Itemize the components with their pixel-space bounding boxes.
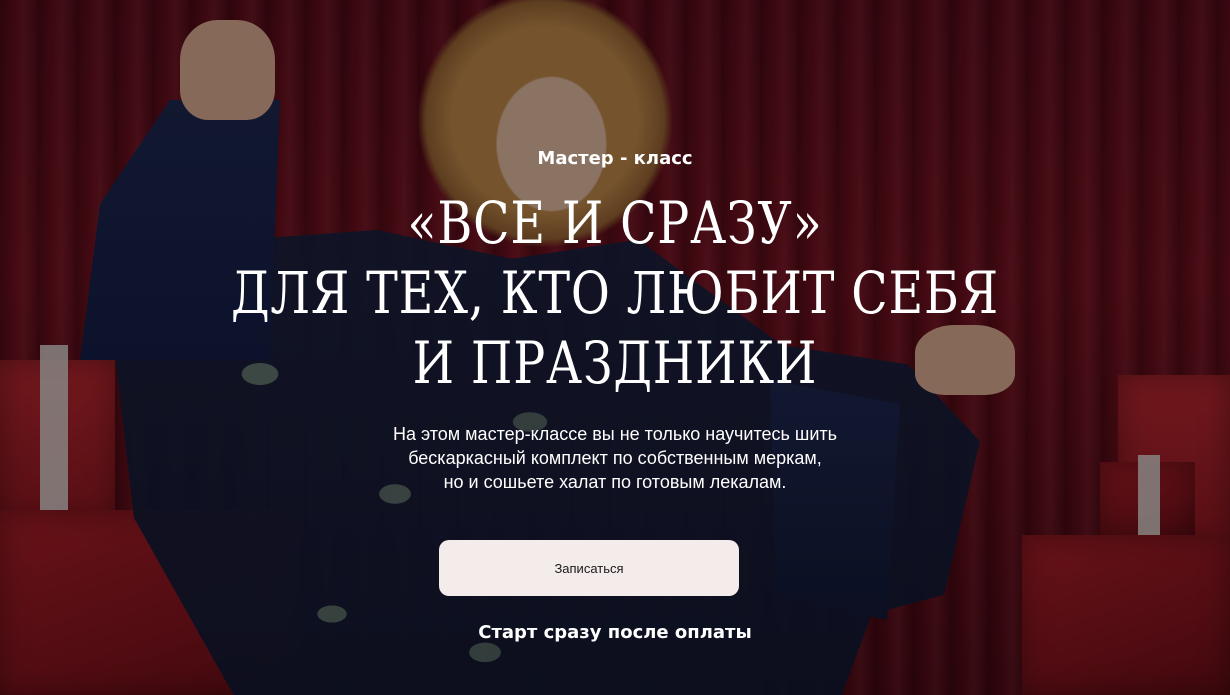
start-note: Старт сразу после оплаты — [478, 622, 752, 643]
eyebrow-label: Мастер - класс — [537, 148, 693, 169]
description-line-1: На этом мастер-классе вы не только научи… — [392, 424, 838, 444]
hero-content: Мастер - класс «Все и сразу» для тех, кт… — [0, 0, 1230, 695]
hero-description: На этом мастер-классе вы не только научи… — [315, 422, 915, 494]
headline-line-2: для тех, кто любит себя — [230, 259, 1000, 327]
hero-headline: «Все и сразу» для тех, кто любит себя и … — [111, 188, 1120, 398]
headline-line-3: и праздники — [412, 329, 818, 397]
description-line-2: бескаркасный комплект по собственным мер… — [408, 448, 822, 468]
hero-section: Мастер - класс «Все и сразу» для тех, кт… — [0, 0, 1230, 695]
signup-button[interactable]: Записаться — [439, 540, 739, 596]
description-line-3: но и сошьете халат по готовым лекалам. — [443, 472, 787, 492]
headline-line-1: «Все и сразу» — [407, 189, 823, 257]
